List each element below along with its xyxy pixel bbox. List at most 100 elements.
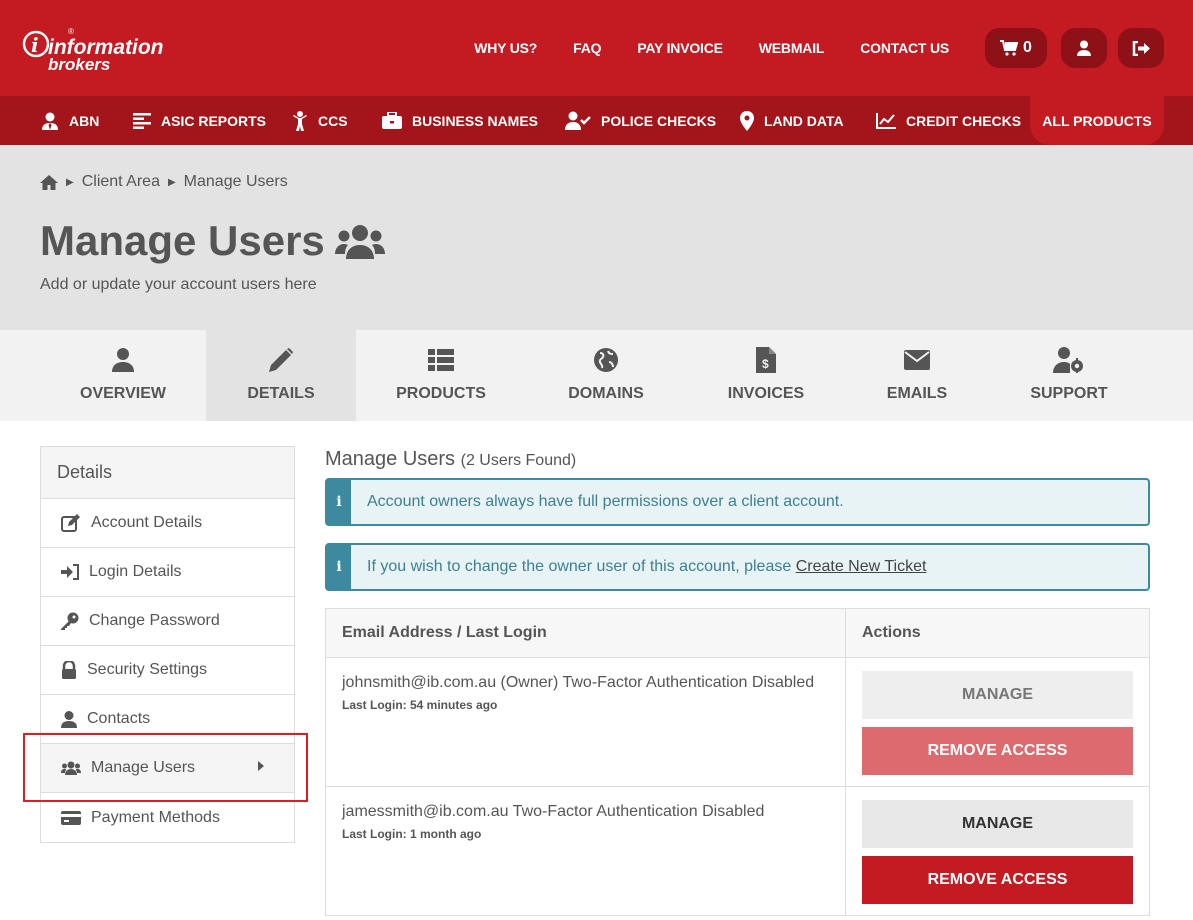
product-label: CREDIT CHECKS (906, 112, 1022, 129)
product-asic-reports[interactable]: ASIC REPORTS (133, 96, 266, 145)
sidebar-item-label: Login Details (89, 563, 182, 580)
alert-text: If you wish to change the owner user of … (367, 558, 926, 576)
product-abn[interactable]: ABN (41, 96, 99, 145)
credit-card-icon (61, 810, 81, 825)
nav-faq[interactable]: FAQ (573, 40, 601, 56)
create-ticket-link[interactable]: Create New Ticket (796, 558, 927, 575)
sidebar-item-change-password[interactable]: Change Password (41, 597, 294, 646)
tab-label: EMAILS (886, 385, 948, 402)
page-hero: ▶ Client Area ▶ Manage Users Manage User… (0, 145, 1193, 330)
section-title-text: Manage Users (325, 448, 456, 470)
top-header: i information brokers ® WHY US? FAQ PAY … (0, 0, 1193, 96)
top-nav: WHY US? FAQ PAY INVOICE WEBMAIL CONTACT … (474, 0, 1193, 96)
product-credit-checks[interactable]: CREDIT CHECKS (876, 96, 1021, 145)
list-icon (428, 349, 454, 371)
sidebar-item-label: Security Settings (87, 661, 208, 678)
globe-icon (594, 348, 618, 372)
tab-domains[interactable]: DOMAINS (526, 330, 686, 421)
brand-logo[interactable]: i information brokers ® (22, 22, 182, 74)
users-icon (334, 225, 385, 259)
cart-count: 0 (1023, 39, 1032, 56)
section-title: Manage Users (2 Users Found) (325, 448, 576, 471)
info-alert-change-owner: i If you wish to change the owner user o… (325, 543, 1150, 591)
product-police-checks[interactable]: POLICE CHECKS (565, 96, 716, 145)
sign-in-icon (61, 564, 79, 580)
user-tie-icon (42, 112, 58, 130)
home-icon[interactable] (40, 174, 58, 190)
tab-emails[interactable]: EMAILS (846, 330, 988, 421)
sidebar-item-label: Account Details (91, 514, 203, 531)
user-icon (1077, 40, 1091, 56)
user-cog-icon (1053, 347, 1083, 373)
table-row: jamessmith@ib.com.au Two-Factor Authenti… (326, 787, 1149, 916)
user-icon (112, 348, 134, 372)
tab-label: OVERVIEW (80, 385, 166, 402)
tab-label: DOMAINS (568, 385, 644, 402)
alert-text-body: If you wish to change the owner user of … (367, 558, 796, 575)
nav-contact-us[interactable]: CONTACT US (860, 40, 949, 56)
tab-details[interactable]: DETAILS (206, 330, 356, 421)
sidebar-title: Details (41, 447, 294, 499)
product-label: POLICE CHECKS (601, 112, 717, 129)
nav-webmail[interactable]: WEBMAIL (759, 40, 825, 56)
tab-support[interactable]: SUPPORT (988, 330, 1150, 421)
pencil-icon (269, 348, 293, 372)
sidebar-item-login-details[interactable]: Login Details (41, 548, 294, 597)
table-row: johnsmith@ib.com.au (Owner) Two-Factor A… (326, 658, 1149, 787)
key-icon (61, 612, 79, 630)
nav-pay-invoice[interactable]: PAY INVOICE (637, 40, 723, 56)
logout-button[interactable] (1118, 28, 1164, 68)
product-business-names[interactable]: BUSINESS NAMES (382, 96, 538, 145)
sidebar-item-account-details[interactable]: Account Details (41, 499, 294, 548)
tab-invoices[interactable]: $ INVOICES (686, 330, 846, 421)
product-label: BUSINESS NAMES (412, 112, 539, 129)
user-icon (61, 710, 77, 728)
nav-why-us[interactable]: WHY US? (474, 40, 537, 56)
users-count: (2 Users Found) (460, 452, 577, 469)
manage-button[interactable]: MANAGE (862, 800, 1133, 848)
sign-out-icon (1132, 40, 1150, 56)
sidebar-item-label: Contacts (87, 710, 151, 727)
tab-label: PRODUCTS (396, 385, 486, 402)
tab-products[interactable]: PRODUCTS (356, 330, 526, 421)
breadcrumb: ▶ Client Area ▶ Manage Users (40, 173, 288, 191)
breadcrumb-current: Manage Users (183, 173, 288, 190)
breadcrumb-separator-icon: ▶ (167, 176, 176, 188)
user-email: jamessmith@ib.com.au Two-Factor Authenti… (342, 803, 765, 820)
client-tabs: OVERVIEW DETAILS PRODUCTS DOMAINS $ INVO… (0, 330, 1193, 421)
info-alert-owners: i Account owners always have full permis… (325, 478, 1150, 526)
lock-icon (62, 661, 76, 679)
svg-text:®: ® (68, 27, 74, 36)
breadcrumb-separator-icon: ▶ (66, 176, 74, 188)
file-invoice-icon: $ (756, 347, 776, 373)
user-email: johnsmith@ib.com.au (Owner) Two-Factor A… (342, 674, 815, 691)
all-products-button[interactable]: ALL PRODUCTS (1030, 96, 1164, 145)
manage-button[interactable]: MANAGE (862, 671, 1133, 719)
svg-text:i: i (31, 33, 39, 57)
user-check-icon (565, 111, 591, 130)
product-label: LAND DATA (764, 112, 844, 129)
sidebar-item-security-settings[interactable]: Security Settings (41, 646, 294, 695)
breadcrumb-client-area[interactable]: Client Area (82, 173, 160, 191)
cart-button[interactable]: 0 (985, 28, 1047, 68)
highlight-annotation (23, 733, 308, 802)
remove-access-button[interactable]: REMOVE ACCESS (862, 727, 1133, 775)
child-icon (293, 110, 307, 131)
product-label: ASIC REPORTS (161, 112, 267, 129)
align-left-icon (133, 112, 151, 129)
remove-access-button[interactable]: REMOVE ACCESS (862, 856, 1133, 904)
chart-line-icon (876, 112, 896, 129)
user-last-login: Last Login: 54 minutes ago (342, 698, 498, 712)
briefcase-icon (382, 112, 402, 129)
user-last-login: Last Login: 1 month ago (342, 827, 482, 841)
tab-overview[interactable]: OVERVIEW (40, 330, 206, 421)
sidebar-item-label: Change Password (89, 612, 220, 629)
svg-text:$: $ (762, 357, 769, 371)
product-ccs[interactable]: CCS (292, 96, 348, 145)
product-land-data[interactable]: LAND DATA (740, 96, 844, 145)
edit-icon (61, 514, 80, 532)
page-title-text: Manage Users (40, 217, 325, 264)
page-title: Manage Users (40, 217, 385, 265)
tab-label: SUPPORT (1030, 385, 1108, 402)
account-button[interactable] (1061, 28, 1107, 68)
